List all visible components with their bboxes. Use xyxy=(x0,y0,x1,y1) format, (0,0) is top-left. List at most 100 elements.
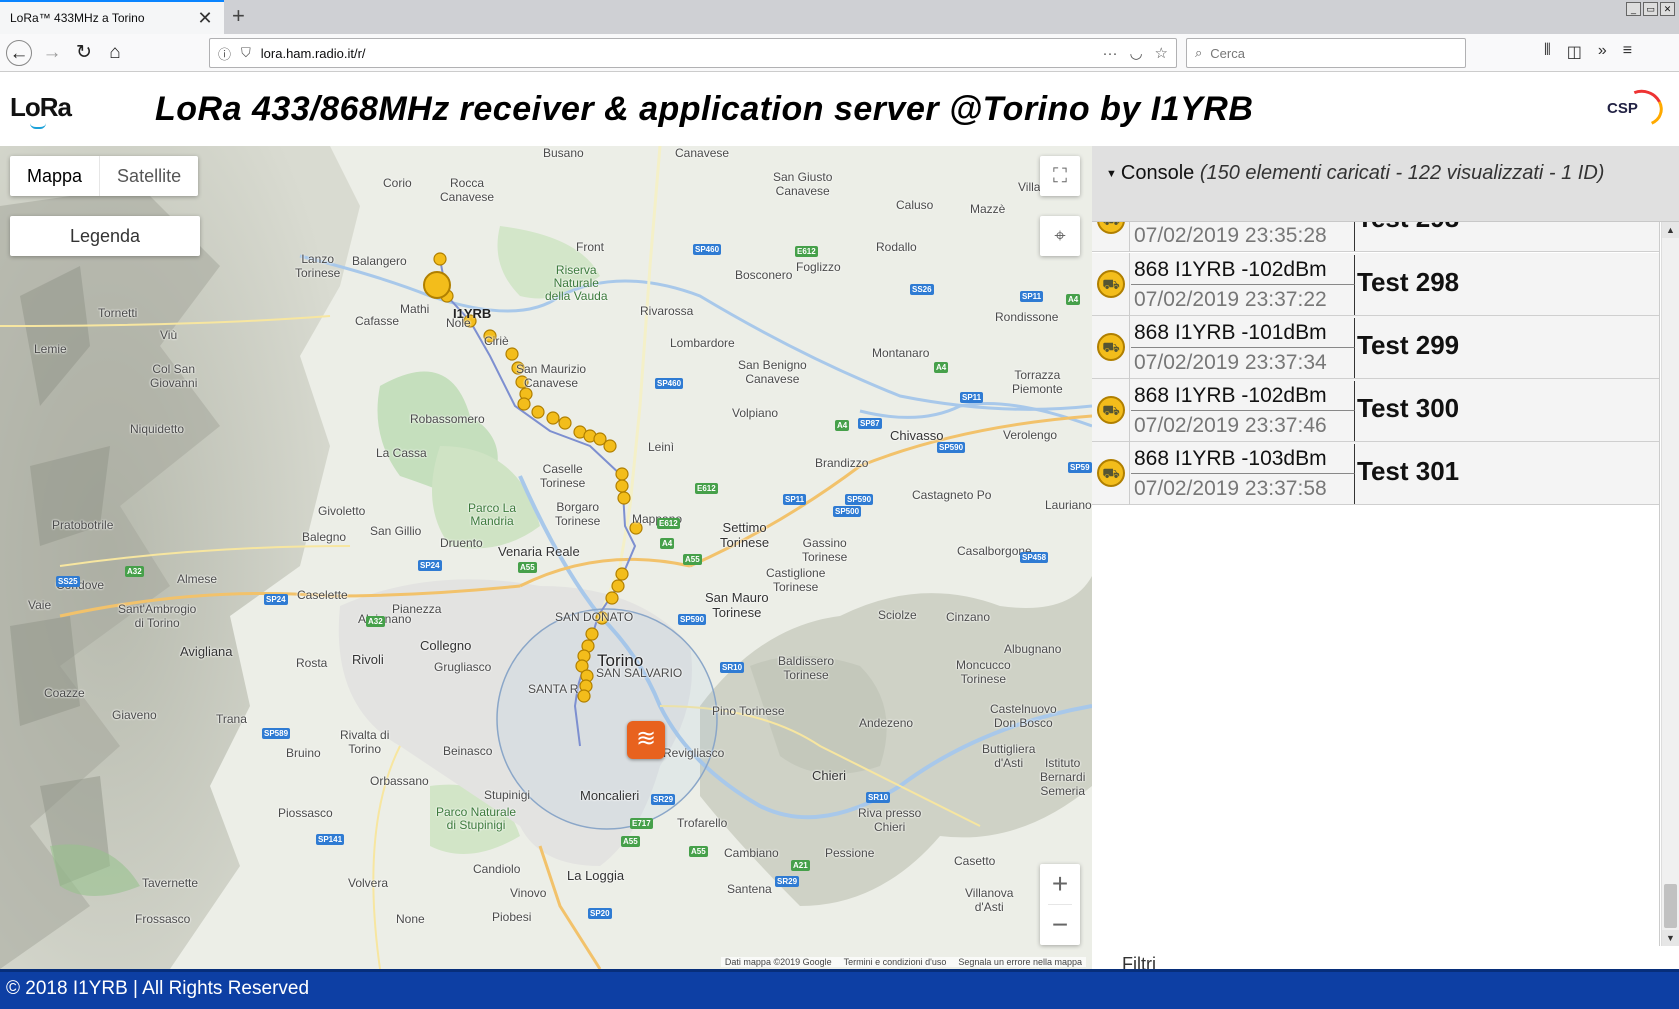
track-point[interactable] xyxy=(617,491,631,505)
track-point[interactable] xyxy=(577,689,591,703)
page-header: LoRa LoRa 433/868MHz receiver & applicat… xyxy=(0,72,1679,146)
place-label-grugliasco: Grugliasco xyxy=(434,660,492,674)
place-label-tavernette: Tavernette xyxy=(142,876,199,890)
forward-icon[interactable]: → xyxy=(39,40,65,66)
new-tab-button[interactable]: + xyxy=(232,3,245,29)
track-point[interactable] xyxy=(615,467,629,481)
track-point[interactable] xyxy=(585,627,599,641)
track-point[interactable] xyxy=(605,591,619,605)
url-bar[interactable]: ⓘ ⛉ lora.ham.radio.it/r/ ··· ◡ ☆ xyxy=(209,38,1177,68)
fit-bounds-button[interactable]: ⌖ xyxy=(1040,216,1080,256)
track-point[interactable] xyxy=(603,439,617,453)
row-signal: 868 I1YRB -103dBm xyxy=(1131,444,1355,474)
console-row[interactable]: ⛟ 868 I1YRB -101dBm 07/02/2019 23:37:34 … xyxy=(1092,316,1659,379)
place-label-laloggia: La Loggia xyxy=(567,868,625,883)
place-label-orbassano: Orbassano xyxy=(370,774,429,788)
url-text[interactable]: lora.ham.radio.it/r/ xyxy=(261,46,1091,61)
back-icon[interactable]: ← xyxy=(6,40,32,66)
map-type-map-button[interactable]: Mappa xyxy=(10,156,101,196)
place-label-borgaro: Borgaro Torinese xyxy=(555,500,601,528)
track-point[interactable] xyxy=(505,347,519,361)
scroll-thumb[interactable] xyxy=(1664,884,1677,928)
window-close-icon[interactable]: ✕ xyxy=(1660,2,1675,16)
csp-logo: CSP xyxy=(1603,84,1668,132)
bookmark-star-icon[interactable]: ☆ xyxy=(1155,44,1168,62)
track-point[interactable] xyxy=(546,411,560,425)
restore-icon[interactable]: ▭ xyxy=(1643,2,1658,16)
console-row[interactable]: ⛟ 868 I1YRB -102dBm 07/02/2019 23:37:46 … xyxy=(1092,379,1659,442)
close-tab-icon[interactable]: ✕ xyxy=(196,8,214,29)
search-field[interactable]: ⌕ Cerca xyxy=(1186,38,1466,68)
row-timestamp: 07/02/2019 23:37:22 xyxy=(1131,285,1355,315)
report-error-link[interactable]: Segnala un errore nella mappa xyxy=(958,957,1082,967)
place-label-parcostupinigi: Parco Naturale di Stupinigi xyxy=(436,805,517,832)
map-type-satellite-button[interactable]: Satellite xyxy=(100,156,198,196)
home-icon[interactable]: ⌂ xyxy=(102,40,128,66)
vehicle-marker[interactable] xyxy=(423,271,451,299)
console-scrollbar[interactable]: ▲ ▼ xyxy=(1661,222,1679,946)
road-badge-a4d: A4 xyxy=(660,538,675,549)
road-badge-a55d: A55 xyxy=(689,846,708,857)
place-label-villa: Villa xyxy=(1018,180,1041,194)
row-timestamp: 07/02/2019 23:35:28 xyxy=(1131,222,1355,251)
road-badge-a32b: A32 xyxy=(366,616,385,627)
vehicle-icon: ⛟ xyxy=(1097,222,1125,234)
track-point[interactable] xyxy=(615,479,629,493)
place-label-sanbenigno: San Benigno Canavese xyxy=(738,358,807,386)
overflow-icon[interactable]: » xyxy=(1598,42,1607,62)
place-label-stupinigi: Stupinigi xyxy=(484,788,531,802)
place-label-istituto: Istituto Bernardi Semeria xyxy=(1040,756,1086,798)
console-row[interactable]: ⛟ 868 I1YRB -102dBm 07/02/2019 23:37:22 … xyxy=(1092,253,1659,316)
place-label-buttigliera: Buttigliera d'Asti xyxy=(982,742,1036,770)
place-label-cafasse: Cafasse xyxy=(355,314,400,328)
browser-tab[interactable]: LoRa™ 433MHz a Torino ✕ xyxy=(0,0,224,34)
navigation-toolbar: ← → ↻ ⌂ ⓘ ⛉ lora.ham.radio.it/r/ ··· ◡ ☆… xyxy=(0,34,1679,72)
sidebar-icon[interactable]: ◫ xyxy=(1567,42,1582,62)
place-label-albugnano: Albugnano xyxy=(1004,642,1062,656)
console-row[interactable]: ⛟ 868 I1YRB -103dBm 07/02/2019 23:37:58 … xyxy=(1092,442,1659,505)
road-badge-e612c: E612 xyxy=(657,518,680,529)
filters-section-label[interactable]: Filtri xyxy=(1122,954,1156,969)
console-header[interactable]: ▼ Console (150 elementi caricati - 122 vi… xyxy=(1092,146,1679,222)
terms-link[interactable]: Termini e condizioni d'uso xyxy=(844,957,947,967)
page-actions-icon[interactable]: ··· xyxy=(1102,45,1117,62)
csp-arc-icon xyxy=(1618,84,1668,132)
scroll-up-icon[interactable]: ▲ xyxy=(1662,222,1679,238)
gateway-marker[interactable]: ≋ xyxy=(627,721,665,759)
place-label-avigliana: Avigliana xyxy=(180,644,233,659)
lora-waves-icon xyxy=(30,123,46,129)
track-point[interactable] xyxy=(517,397,531,411)
map-data-credit: Dati mappa ©2019 Google xyxy=(724,957,832,967)
reload-icon[interactable]: ↻ xyxy=(71,40,97,66)
fullscreen-button[interactable]: ⛶ xyxy=(1040,156,1080,196)
library-icon[interactable]: ⫴ xyxy=(1544,42,1551,62)
legend-button[interactable]: Legenda xyxy=(10,216,200,256)
minimize-icon[interactable]: _ xyxy=(1626,2,1641,16)
pocket-icon[interactable]: ◡ xyxy=(1129,44,1142,62)
place-label-venaria: Venaria Reale xyxy=(498,544,580,559)
zoom-out-button[interactable]: − xyxy=(1040,905,1080,945)
road-badge-sp24a: SP24 xyxy=(418,560,442,571)
place-label-cirie: Ciriè xyxy=(484,334,509,348)
menu-icon[interactable]: ≡ xyxy=(1623,42,1632,62)
place-label-castiglione: Castiglione Torinese xyxy=(766,566,826,594)
zoom-in-button[interactable]: + xyxy=(1040,864,1080,904)
place-label-none: None xyxy=(396,912,425,926)
track-point[interactable] xyxy=(531,405,545,419)
track-point[interactable] xyxy=(615,567,629,581)
place-label-rivalta: Rivalta di Torino xyxy=(340,728,390,756)
row-message: Test 298 xyxy=(1357,267,1460,297)
info-icon[interactable]: ⓘ xyxy=(218,44,231,63)
collapse-caret-icon[interactable]: ▼ xyxy=(1106,168,1117,180)
place-label-santena: Santena xyxy=(727,882,772,896)
road-badge-sp11c: SP11 xyxy=(783,494,807,505)
map[interactable]: I1YRB Busano Canavese Corio Rocca Canavese S… xyxy=(0,146,1092,969)
console-row-partial[interactable]: ⛟ 07/02/2019 23:35:28 Test 298 xyxy=(1092,222,1659,252)
track-point[interactable] xyxy=(558,416,572,430)
shield-icon[interactable]: ⛉ xyxy=(241,45,251,61)
place-label-cambiano: Cambiano xyxy=(724,846,779,860)
scroll-down-icon[interactable]: ▼ xyxy=(1662,930,1679,946)
track-point[interactable] xyxy=(433,252,447,266)
row-timestamp: 07/02/2019 23:37:34 xyxy=(1131,348,1355,378)
track-point[interactable] xyxy=(611,579,625,593)
